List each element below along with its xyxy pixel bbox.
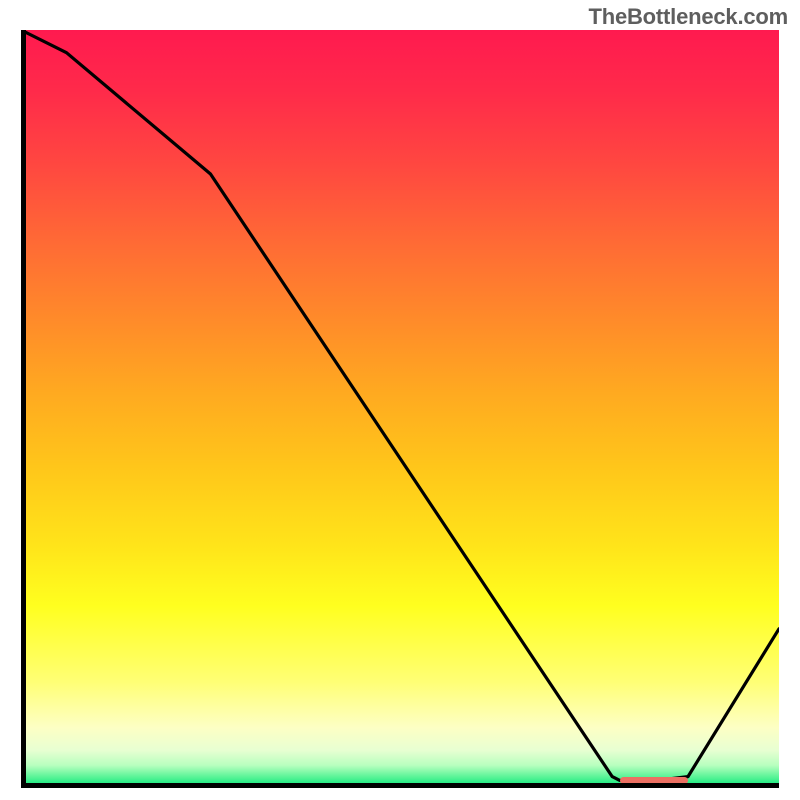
watermark-attribution: TheBottleneck.com: [588, 4, 788, 30]
y-axis: [21, 30, 26, 788]
chart-line-series: [21, 30, 779, 788]
chart-plot-area: [21, 30, 779, 788]
x-axis: [21, 783, 779, 788]
